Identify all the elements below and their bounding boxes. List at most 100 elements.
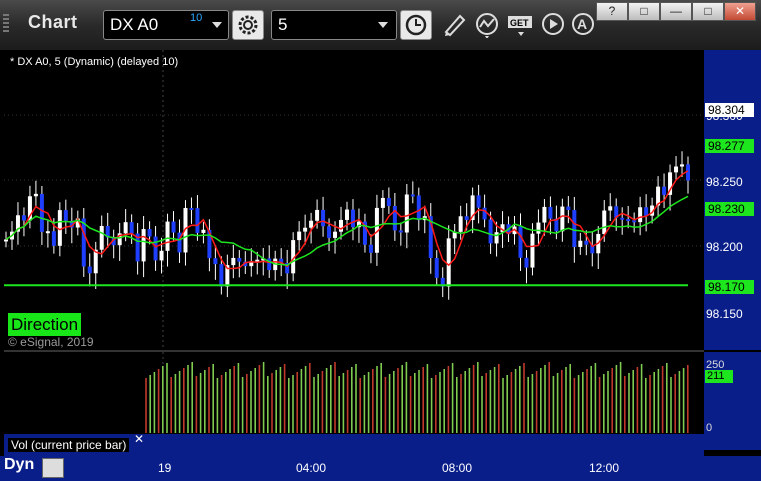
chevron-down-icon[interactable] (212, 22, 222, 28)
price-bar (662, 186, 667, 195)
price-bar (81, 218, 86, 267)
price-bar (201, 229, 206, 233)
ma-price-tag: 98.230 (705, 202, 754, 216)
last-price-tag: 98.304 (705, 103, 754, 117)
symbol-value: DX A0 (110, 15, 159, 34)
time-label: 19 (158, 461, 172, 475)
price-bar (626, 219, 631, 222)
time-label: 12:00 (589, 461, 620, 475)
price-bar (315, 209, 320, 221)
price-bar (51, 231, 56, 246)
lock-icon[interactable] (42, 458, 64, 478)
study-button[interactable] (472, 10, 502, 39)
price-bar (644, 207, 649, 216)
price-bar (63, 210, 68, 221)
volume-tag: 211 (705, 370, 733, 383)
price-bar (189, 207, 194, 210)
volume-tick: 0 (706, 422, 713, 434)
minimize-button[interactable]: — (660, 2, 692, 21)
restore-button[interactable]: □ (628, 2, 660, 21)
price-bar (380, 197, 385, 208)
get-button[interactable]: GET (506, 10, 536, 38)
price-bar (123, 222, 128, 234)
price-tick: 98.150 (706, 307, 743, 321)
price-bar (560, 206, 565, 232)
price-bar (416, 195, 421, 221)
price-bar (674, 166, 679, 173)
close-icon[interactable]: ✕ (134, 432, 144, 446)
price-bar (482, 207, 487, 220)
price-bar (93, 249, 98, 274)
price-bar (4, 239, 8, 242)
chevron-down-icon[interactable] (378, 22, 388, 28)
price-bar (578, 240, 583, 247)
price-bar (33, 193, 38, 197)
price-bar (386, 197, 391, 207)
price-bar (141, 229, 146, 262)
price-tick: 98.250 (706, 175, 743, 189)
price-bar (566, 206, 571, 211)
price-bar (518, 226, 523, 258)
price-bar (339, 219, 344, 232)
price-bar (87, 266, 92, 274)
dynamic-mode-label[interactable]: Dyn (4, 456, 34, 474)
ma-price-tag: 98.277 (705, 139, 754, 153)
interval-value: 5 (278, 15, 288, 34)
time-label: 08:00 (442, 461, 473, 475)
price-bar (548, 206, 553, 219)
symbol-input[interactable]: DX A0 10 (103, 10, 229, 40)
price-bar (398, 230, 403, 233)
chart-legend: * DX A0, 5 (Dynamic) (delayed 10) (10, 56, 179, 68)
grip-icon[interactable] (3, 14, 9, 32)
price-bar (171, 221, 176, 233)
price-bar (345, 209, 349, 220)
alert-button[interactable]: A (568, 10, 598, 38)
time-axis[interactable] (0, 456, 761, 481)
delay-badge: 10 (190, 12, 203, 24)
price-bar (159, 250, 164, 261)
price-bar (333, 231, 338, 238)
maximize-button[interactable]: □ (692, 2, 724, 21)
alert-icon: A (572, 13, 594, 35)
price-bar (368, 244, 373, 253)
play-button[interactable] (538, 10, 568, 38)
price-bar (350, 209, 355, 228)
price-bar (129, 222, 134, 234)
direction-label: Direction (8, 313, 82, 336)
interval-input[interactable]: 5 (271, 10, 397, 40)
draw-tool-button[interactable] (440, 10, 470, 38)
volume-pane-label[interactable]: Vol (current price bar) (8, 438, 130, 452)
price-axis[interactable] (704, 50, 761, 350)
price-bar (446, 238, 451, 287)
price-bar (195, 208, 200, 233)
price-tick: 98.200 (706, 240, 743, 254)
price-bar (39, 193, 44, 232)
price-bar (237, 257, 242, 262)
get-icon: GET (508, 16, 532, 36)
price-bar (309, 220, 314, 228)
price-bar (21, 215, 26, 221)
price-bar (602, 210, 607, 235)
price-bar (213, 258, 218, 265)
close-button[interactable]: ✕ (724, 2, 756, 21)
price-bar (464, 216, 469, 221)
settings-button[interactable] (232, 10, 264, 40)
price-bar (231, 257, 236, 266)
price-bar (494, 232, 499, 244)
window-title: Chart (28, 12, 78, 32)
price-bar (584, 240, 589, 245)
price-bar (327, 226, 332, 238)
price-bar (165, 221, 170, 251)
price-bar (303, 227, 308, 232)
price-bar (542, 206, 547, 223)
price-bar (458, 216, 463, 232)
price-bar (476, 195, 481, 208)
chart-canvas[interactable] (0, 50, 704, 434)
price-bar (99, 225, 104, 250)
clock-button[interactable] (400, 10, 432, 40)
price-bar (321, 209, 326, 227)
price-bar (153, 236, 158, 261)
price-bar (488, 219, 493, 244)
help-button[interactable]: ? (596, 2, 628, 21)
price-bar (608, 206, 613, 211)
